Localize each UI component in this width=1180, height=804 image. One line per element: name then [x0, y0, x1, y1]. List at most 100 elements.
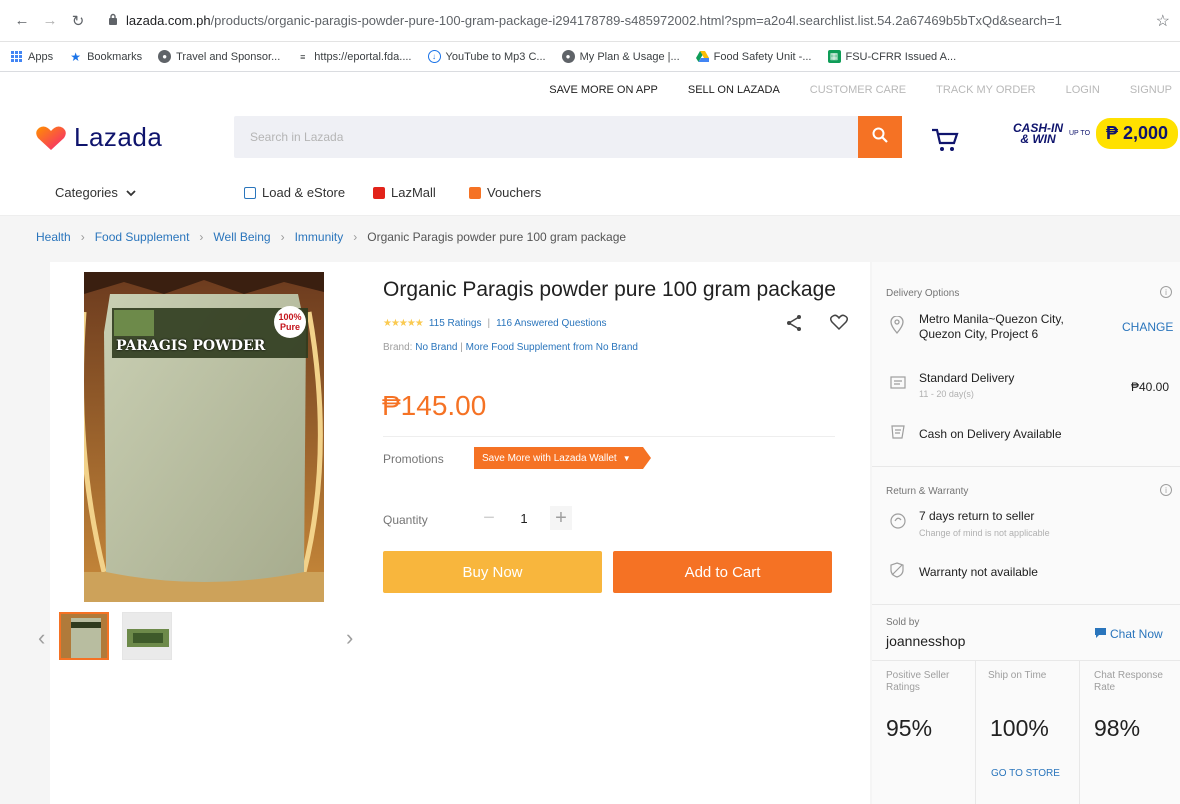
ratings-divider: |	[487, 318, 491, 329]
browser-address-bar: ← → ↻ lazada.com.ph/products/organic-par…	[0, 0, 1180, 42]
customer-care-link[interactable]: CUSTOMER CARE	[810, 84, 906, 96]
quantity-label: Quantity	[383, 513, 428, 527]
stat-value: 95%	[886, 715, 933, 741]
cash-on-delivery-icon	[890, 424, 906, 443]
return-policy-label: 7 days return to seller	[919, 509, 1035, 523]
stat-label: Chat Response Rate	[1094, 670, 1163, 693]
signup-link[interactable]: SIGNUP	[1130, 84, 1172, 96]
change-location-link[interactable]: CHANGE	[1122, 320, 1173, 334]
promotion-tag-dropdown[interactable]: Save More with Lazada Wallet ▼	[474, 447, 651, 469]
load-estore-label: Load & eStore	[262, 185, 346, 200]
quantity-decrease-button[interactable]: −	[478, 506, 500, 530]
buy-now-button[interactable]: Buy Now	[383, 551, 602, 593]
drive-icon	[695, 50, 709, 63]
star-icon: ★	[70, 49, 81, 64]
breadcrumb-well-being[interactable]: Well Being	[213, 230, 270, 244]
promotions-label: Promotions	[383, 452, 444, 466]
search-button[interactable]	[858, 116, 902, 158]
info-icon[interactable]: i	[1160, 484, 1172, 496]
sold-by-label: Sold by	[886, 617, 920, 628]
url-field[interactable]: lazada.com.ph/products/organic-paragis-p…	[126, 13, 1148, 28]
bookmark-fsu-cfrr[interactable]: ▦ FSU-CFRR Issued A...	[827, 50, 957, 63]
chat-bubble-icon	[1095, 627, 1106, 641]
breadcrumb-food-supplement[interactable]: Food Supplement	[95, 230, 190, 244]
sheets-icon: ▦	[827, 50, 841, 63]
download-icon: ↓	[427, 50, 441, 63]
bookmark-eportal[interactable]: ≡ https://eportal.fda....	[296, 50, 411, 63]
quantity-increase-button[interactable]: +	[550, 506, 572, 530]
info-icon[interactable]: i	[1160, 286, 1172, 298]
wishlist-heart-icon[interactable]	[829, 314, 849, 336]
cart-icon[interactable]	[930, 126, 960, 154]
bookmark-apps[interactable]: Apps	[10, 50, 53, 63]
bookmark-label: Bookmarks	[87, 50, 143, 63]
bookmark-label: Apps	[28, 50, 54, 63]
quantity-value[interactable]: 1	[512, 506, 536, 530]
bookmark-bookmarks[interactable]: ★ Bookmarks	[69, 49, 143, 64]
breadcrumb: Health › Food Supplement › Well Being › …	[36, 230, 626, 244]
brand-link[interactable]: No Brand	[415, 342, 457, 353]
bookmark-youtube-mp3[interactable]: ↓ YouTube to Mp3 C...	[427, 50, 546, 63]
chat-now-label: Chat Now	[1110, 627, 1163, 641]
bookmarks-bar: Apps ★ Bookmarks ● Travel and Sponsor...…	[0, 42, 1180, 72]
go-to-store-link[interactable]: GO TO STORE	[991, 768, 1060, 779]
promo-amount: ₱ 2,000	[1096, 118, 1179, 149]
ratings-count-link[interactable]: 115 Ratings	[429, 318, 482, 329]
site-header: Lazada CASH-IN & WIN UP TO ₱ 2,000	[0, 108, 1180, 168]
search-input[interactable]	[234, 116, 859, 158]
share-icon[interactable]	[785, 314, 803, 337]
thumbnail-1[interactable]	[59, 612, 109, 660]
lazmall-icon	[373, 186, 385, 199]
track-my-order-link[interactable]: TRACK MY ORDER	[936, 84, 1035, 96]
load-estore-link[interactable]: Load & eStore	[244, 185, 345, 200]
bookmark-travel[interactable]: ● Travel and Sponsor...	[158, 50, 280, 63]
sell-on-lazada-link[interactable]: SELL ON LAZADA	[688, 84, 780, 96]
globe-icon: ●	[561, 50, 575, 63]
thumbnail-2[interactable]	[122, 612, 172, 660]
stat-label: Positive Seller Ratings	[886, 670, 950, 693]
product-main-image[interactable]: 100% Pure PARAGIS POWDER	[84, 272, 324, 602]
thumb-prev-arrow-icon[interactable]: ‹	[38, 625, 45, 651]
lazmall-link[interactable]: LazMall	[373, 185, 436, 200]
vouchers-link[interactable]: Vouchers	[469, 185, 541, 200]
badge-pure: Pure	[279, 322, 300, 332]
save-more-on-app-link[interactable]: SAVE MORE ON APP	[549, 84, 658, 96]
back-arrow-icon[interactable]: ←	[10, 9, 34, 33]
promo-line2: & WIN	[1020, 131, 1056, 146]
bookmark-food-safety[interactable]: Food Safety Unit -...	[695, 50, 812, 63]
bookmark-label: FSU-CFRR Issued A...	[845, 50, 957, 63]
bookmark-label: My Plan & Usage |...	[579, 50, 680, 63]
breadcrumb-current: Organic Paragis powder pure 100 gram pac…	[367, 230, 627, 244]
stat-ship-on-time: Ship on Time 100%	[976, 661, 1080, 804]
reload-icon[interactable]: ↻	[66, 9, 90, 33]
bookmark-my-plan[interactable]: ● My Plan & Usage |...	[561, 50, 680, 63]
divider	[872, 466, 1180, 467]
add-to-cart-button[interactable]: Add to Cart	[613, 551, 832, 593]
login-link[interactable]: LOGIN	[1066, 84, 1100, 96]
logo-text: Lazada	[74, 122, 163, 152]
more-from-brand-link[interactable]: More Food Supplement from No Brand	[466, 342, 638, 353]
breadcrumb-health[interactable]: Health	[36, 230, 71, 244]
thumb-next-arrow-icon[interactable]: ›	[346, 625, 353, 651]
seller-name[interactable]: joannesshop	[886, 634, 965, 649]
categories-dropdown[interactable]: Categories	[55, 185, 136, 200]
lock-icon[interactable]	[108, 13, 118, 28]
forward-arrow-icon[interactable]: →	[38, 9, 62, 33]
bookmark-star-icon[interactable]: ☆	[1156, 11, 1170, 31]
promotion-tag-label: Save More with Lazada Wallet	[482, 452, 617, 464]
breadcrumb-immunity[interactable]: Immunity	[295, 230, 344, 244]
return-policy-sub: Change of mind is not applicable	[919, 528, 1050, 538]
cash-in-win-banner[interactable]: CASH-IN & WIN UP TO ₱ 2,000	[1013, 118, 1179, 149]
divider	[872, 604, 1180, 605]
bookmark-label: https://eportal.fda....	[314, 50, 412, 63]
apps-grid-icon	[10, 50, 23, 63]
promo-title: CASH-IN & WIN	[1013, 122, 1063, 146]
location-line1: Metro Manila~Quezon City,	[919, 312, 1064, 326]
chat-now-link[interactable]: Chat Now	[1095, 627, 1163, 641]
delivery-options-title: Delivery Options	[886, 288, 960, 299]
location-pin-icon	[890, 315, 904, 337]
lazada-heart-icon	[36, 125, 66, 151]
return-icon	[889, 512, 907, 533]
answered-questions-link[interactable]: 116 Answered Questions	[496, 318, 606, 329]
lazada-logo[interactable]: Lazada	[36, 122, 162, 153]
